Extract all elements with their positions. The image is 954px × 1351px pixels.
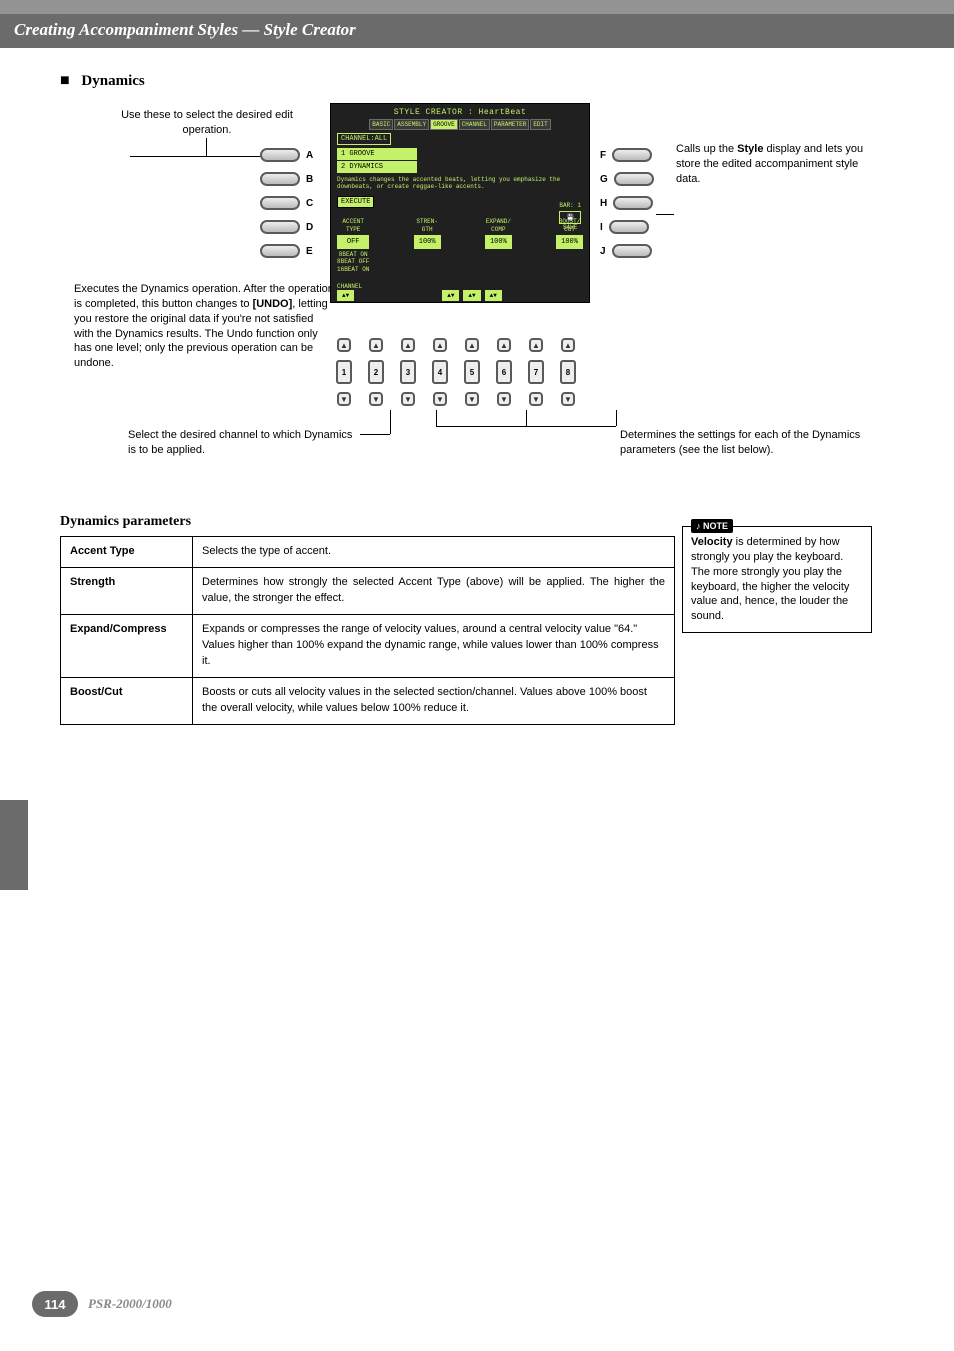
leader-line [436,426,616,427]
table-row: Accent Type Selects the type of accent. [61,537,675,568]
panel-button-b[interactable]: B [260,172,313,186]
slider-row: ▲1▼ ▲2▼ ▲3▼ ▲4▼ ▲5▼ ▲6▼ ▲7▼ ▲8▼ [330,338,582,406]
panel-button-i[interactable]: I [600,220,649,234]
param-name: Expand/Compress [61,614,193,677]
slider-7[interactable]: ▲7▼ [522,338,550,406]
param-desc: Expands or compresses the range of veloc… [193,614,675,677]
param-name: Boost/Cut [61,677,193,724]
lcd-params: ACCENT TYPEOFF8BEAT ON 8BEAT OFF 16BEAT … [337,218,583,272]
leader-line [206,138,207,156]
callout-style-display: Calls up the Style display and lets you … [676,142,876,187]
text-bold: Style [737,143,763,155]
lcd-tab: CHANNEL [459,119,490,130]
slider-8[interactable]: ▲8▼ [554,338,582,406]
panel-button-e[interactable]: E [260,244,313,258]
slider-4[interactable]: ▲4▼ [426,338,454,406]
text-bold: [UNDO] [253,298,293,310]
param-desc: Selects the type of accent. [193,537,675,568]
param-name: Strength [61,567,193,614]
lcd-menu-item: 2 DYNAMICS [337,161,417,173]
callout-select-channel: Select the desired channel to which Dyna… [128,428,358,458]
callout-param-settings: Determines the settings for each of the … [620,428,880,458]
leader-line [436,410,437,426]
panel-button-f[interactable]: F [600,148,652,162]
header-title: Creating Accompaniment Styles — Style Cr… [0,14,954,48]
lcd-menu-list: 1 GROOVE 2 DYNAMICS [337,147,583,173]
footer: 114 PSR-2000/1000 [32,1291,172,1317]
lcd-tab-active: GROOVE [430,119,458,130]
leader-line [656,214,674,215]
slider-1[interactable]: ▲1▼ [330,338,358,406]
lcd-arrows: ▲▼ [337,290,354,301]
note-text: is determined by how strongly you play t… [691,536,849,622]
leader-line [360,434,390,435]
lcd-arrows: ▲▼ [485,290,502,301]
leader-line [616,410,617,426]
text: Calls up the [676,143,737,155]
slider-2[interactable]: ▲2▼ [362,338,390,406]
lcd-title: STYLE CREATOR : HeartBeat [337,108,583,117]
top-stripe [0,0,954,14]
lcd-tab: ASSEMBLY [394,119,429,130]
table-row: Boost/Cut Boosts or cuts all velocity va… [61,677,675,724]
slider-5[interactable]: ▲5▼ [458,338,486,406]
table-row: Strength Determines how strongly the sel… [61,567,675,614]
param-desc: Boosts or cuts all velocity values in th… [193,677,675,724]
param-name: Accent Type [61,537,193,568]
lcd-tab: PARAMETER [491,119,529,130]
note-label: NOTE [691,519,733,533]
note-box: NOTE Velocity is determined by how stron… [682,526,872,633]
bullet-icon: ■ [60,72,70,89]
panel-button-g[interactable]: G [600,172,654,186]
leader-line [526,410,527,426]
side-tab [0,800,28,890]
lcd-tab: BASIC [369,119,393,130]
footer-model: PSR-2000/1000 [88,1296,172,1312]
leader-line [390,410,391,434]
lcd-param-accent: ACCENT TYPEOFF8BEAT ON 8BEAT OFF 16BEAT … [337,218,369,272]
lcd-description: Dynamics changes the accented beats, let… [337,176,583,190]
lcd-tab: EDIT [530,119,550,130]
slider-3[interactable]: ▲3▼ [394,338,422,406]
section-heading-text: Dynamics [81,73,144,89]
diagram: Use these to select the desired edit ope… [60,108,894,508]
lcd-arrows: ▲▼ [463,290,480,301]
panel-button-d[interactable]: D [260,220,313,234]
panel-button-h[interactable]: H [600,196,653,210]
section-heading: ■ Dynamics [60,72,894,90]
lcd-menu-item: 1 GROOVE [337,148,417,160]
panel-button-a[interactable]: A [260,148,313,162]
lcd-param-strength: STREN- GTH100% [414,218,441,272]
lcd-param-expand: EXPAND/ COMP100% [485,218,512,272]
lcd-save: BAR: 1 💾 SAVE [559,202,581,231]
page-number: 114 [32,1291,78,1317]
lcd-execute: EXECUTE [337,196,374,208]
callout-execute-undo: Executes the Dynamics operation. After t… [74,282,334,371]
param-desc: Determines how strongly the selected Acc… [193,567,675,614]
callout-select-operation: Use these to select the desired edit ope… [112,108,302,138]
lcd-arrows: ▲▼ [442,290,459,301]
lcd-channel-label-bottom: CHANNEL [337,283,362,290]
params-table: Accent Type Selects the type of accent. … [60,536,675,725]
panel-button-c[interactable]: C [260,196,313,210]
table-row: Expand/Compress Expands or compresses th… [61,614,675,677]
lcd-channel-label: CHANNEL:ALL [337,133,391,145]
slider-6[interactable]: ▲6▼ [490,338,518,406]
panel-button-j[interactable]: J [600,244,652,258]
note-bold: Velocity [691,536,733,548]
lcd-screen: STYLE CREATOR : HeartBeat BASIC ASSEMBLY… [330,103,590,303]
lcd-tabs: BASIC ASSEMBLY GROOVE CHANNEL PARAMETER … [337,119,583,130]
